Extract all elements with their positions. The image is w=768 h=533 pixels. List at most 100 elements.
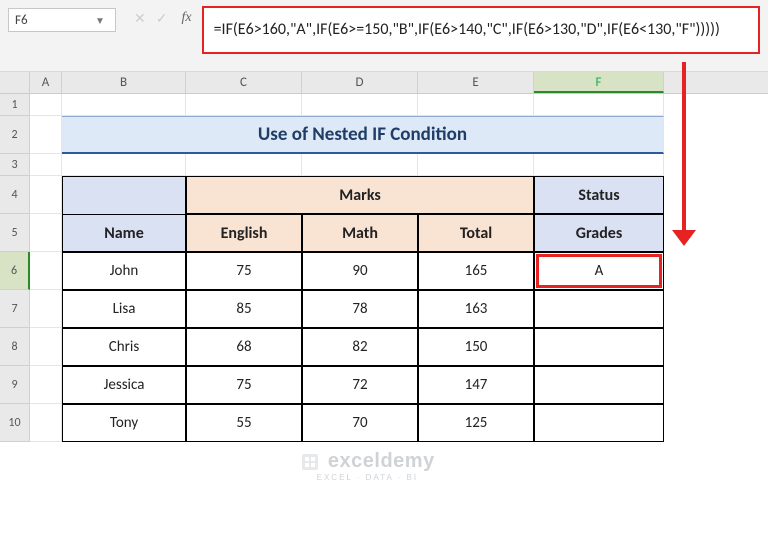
cell[interactable]	[30, 366, 62, 404]
confirm-icon[interactable]: ✓	[156, 10, 168, 27]
cell[interactable]	[62, 176, 186, 214]
table-cell-english[interactable]: 85	[186, 290, 302, 328]
table-cell-grade[interactable]	[534, 404, 664, 442]
callout-arrow-line	[682, 62, 686, 234]
formula-bar[interactable]: =IF(E6>160,"A",IF(E6>=150,"B",IF(E6>140,…	[202, 6, 760, 54]
table-cell-english[interactable]: 75	[186, 366, 302, 404]
row-header-7[interactable]: 7	[0, 290, 30, 328]
table-cell-math[interactable]: 82	[302, 328, 418, 366]
cell[interactable]	[30, 290, 62, 328]
status-header[interactable]: Status	[534, 176, 664, 214]
total-header[interactable]: Total	[418, 214, 534, 252]
cell[interactable]	[30, 116, 62, 154]
row-header-8[interactable]: 8	[0, 328, 30, 366]
table-cell-name[interactable]: Chris	[62, 328, 186, 366]
name-box-value: F6	[15, 13, 91, 28]
cell[interactable]	[62, 94, 186, 116]
math-header[interactable]: Math	[302, 214, 418, 252]
table-cell-name[interactable]: Tony	[62, 404, 186, 442]
marks-label: Marks	[339, 186, 381, 205]
table-cell-math[interactable]: 78	[302, 290, 418, 328]
row-header-5[interactable]: 5	[0, 214, 30, 252]
grades-header[interactable]: Grades	[534, 214, 664, 252]
col-header-d[interactable]: D	[302, 72, 418, 93]
cell[interactable]	[534, 94, 664, 116]
table-cell-math[interactable]: 90	[302, 252, 418, 290]
table-cell-total[interactable]: 147	[418, 366, 534, 404]
cell[interactable]	[302, 94, 418, 116]
cancel-icon[interactable]: ✕	[134, 10, 146, 27]
cell[interactable]	[418, 154, 534, 176]
watermark: exceldemy EXCEL · DATA · BI	[300, 450, 435, 482]
col-header-a[interactable]: A	[30, 72, 62, 93]
cell[interactable]	[30, 328, 62, 366]
table-cell-total[interactable]: 163	[418, 290, 534, 328]
row-header-10[interactable]: 10	[0, 404, 30, 442]
cell[interactable]	[30, 176, 62, 214]
row-9: 9 Jessica 75 72 147	[0, 366, 768, 404]
table-cell-name[interactable]: John	[62, 252, 186, 290]
cell[interactable]	[62, 154, 186, 176]
cell[interactable]	[186, 94, 302, 116]
row-header-4[interactable]: 4	[0, 176, 30, 214]
row-header-3[interactable]: 3	[0, 154, 30, 176]
fx-icon[interactable]: fx	[181, 10, 191, 26]
cell[interactable]	[30, 154, 62, 176]
row-header-9[interactable]: 9	[0, 366, 30, 404]
cell[interactable]	[418, 94, 534, 116]
cell[interactable]	[186, 154, 302, 176]
col-header-c[interactable]: C	[186, 72, 302, 93]
marks-header[interactable]: Marks	[186, 176, 534, 214]
col-header-b[interactable]: B	[62, 72, 186, 93]
watermark-logo-icon	[300, 452, 320, 475]
col-header-f[interactable]: F	[534, 72, 664, 93]
title-cell[interactable]: Use of Nested IF Condition	[62, 116, 664, 154]
table-cell-english[interactable]: 68	[186, 328, 302, 366]
row-6: 6 John 75 90 165 A	[0, 252, 768, 290]
table-cell-total[interactable]: 165	[418, 252, 534, 290]
english-header[interactable]: English	[186, 214, 302, 252]
selected-cell-f6[interactable]: A	[534, 252, 664, 290]
col-header-e[interactable]: E	[418, 72, 534, 93]
column-headers: A B C D E F	[0, 72, 768, 94]
name-header[interactable]: Name	[62, 214, 186, 252]
table-cell-grade[interactable]	[534, 366, 664, 404]
row-1: 1	[0, 94, 768, 116]
row-2: 2 Use of Nested IF Condition	[0, 116, 768, 154]
row-header-2[interactable]: 2	[0, 116, 30, 154]
formula-bar-buttons: ✕ ✓	[134, 10, 167, 27]
table-cell-total[interactable]: 150	[418, 328, 534, 366]
name-label: Name	[104, 224, 144, 243]
cell[interactable]	[30, 404, 62, 442]
table-cell-english[interactable]: 75	[186, 252, 302, 290]
table-cell-grade[interactable]	[534, 290, 664, 328]
formula-bar-area: F6 ▼ ✕ ✓ fx =IF(E6>160,"A",IF(E6>=150,"B…	[0, 0, 768, 72]
watermark-text: exceldemy	[328, 450, 435, 472]
table-cell-math[interactable]: 72	[302, 366, 418, 404]
cell[interactable]	[30, 214, 62, 252]
row-4: 4 Marks Status	[0, 176, 768, 214]
row-10: 10 Tony 55 70 125	[0, 404, 768, 442]
page-title: Use of Nested IF Condition	[258, 123, 467, 146]
watermark-subtext: EXCEL · DATA · BI	[300, 473, 435, 482]
formula-text: =IF(E6>160,"A",IF(E6>=150,"B",IF(E6>140,…	[214, 19, 720, 41]
cell[interactable]	[30, 94, 62, 116]
cell[interactable]	[534, 154, 664, 176]
cell[interactable]	[30, 252, 62, 290]
row-header-1[interactable]: 1	[0, 94, 30, 116]
table-cell-total[interactable]: 125	[418, 404, 534, 442]
row-8: 8 Chris 68 82 150	[0, 328, 768, 366]
row-header-6[interactable]: 6	[0, 252, 30, 290]
table-cell-english[interactable]: 55	[186, 404, 302, 442]
table-cell-grade[interactable]	[534, 328, 664, 366]
name-box[interactable]: F6 ▼	[8, 8, 116, 32]
table-cell-name[interactable]: Lisa	[62, 290, 186, 328]
cell[interactable]	[302, 154, 418, 176]
row-7: 7 Lisa 85 78 163	[0, 290, 768, 328]
row-3: 3	[0, 154, 768, 176]
table-cell-name[interactable]: Jessica	[62, 366, 186, 404]
select-all-corner[interactable]	[0, 72, 30, 93]
chevron-down-icon[interactable]: ▼	[91, 14, 109, 27]
status-label: Status	[578, 186, 619, 205]
table-cell-math[interactable]: 70	[302, 404, 418, 442]
